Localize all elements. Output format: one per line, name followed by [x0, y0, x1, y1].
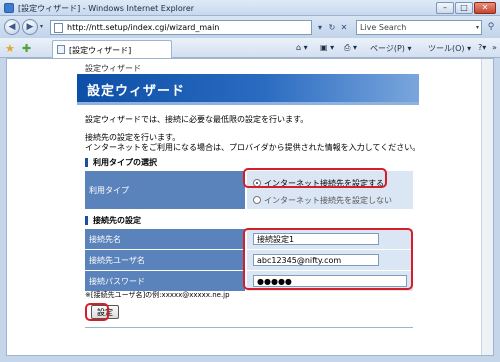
usage-type-row: 利用タイプ インターネット接続先を設定する インターネット接続先を設定しない: [85, 171, 413, 209]
home-icon[interactable]: ⌂ ▾: [296, 43, 308, 52]
submit-button[interactable]: 設定: [91, 305, 119, 319]
connection-name-cell: [247, 229, 413, 249]
print-icon[interactable]: ⎙ ▾: [344, 43, 357, 53]
address-url: http://ntt.setup/index.cgi/wizard_main: [67, 23, 220, 32]
connection-name-label: 接続先名: [85, 229, 245, 249]
bottom-divider: [85, 327, 413, 328]
close-button[interactable]: ✕: [474, 2, 496, 14]
section-usage-type: 利用タイプの選択: [85, 158, 157, 167]
search-dropdown-icon[interactable]: ▾: [476, 24, 479, 31]
usage-type-options: インターネット接続先を設定する インターネット接続先を設定しない: [247, 171, 413, 209]
page-viewport: 設定ウィザード 設定ウィザード 設定ウィザードでは、接続に必要な最低限の設定を行…: [6, 58, 494, 356]
breadcrumb: 設定ウィザード: [85, 64, 141, 73]
maximize-button[interactable]: □: [455, 2, 473, 14]
tab-page-icon: [57, 45, 65, 54]
radio-set-connection[interactable]: インターネット接続先を設定する: [253, 178, 384, 190]
section-connection: 接続先の設定: [85, 216, 141, 225]
address-input[interactable]: http://ntt.setup/index.cgi/wizard_main: [50, 20, 312, 35]
tab-label: [設定ウィザード]: [69, 46, 132, 55]
address-dropdown-icon[interactable]: ▾: [314, 20, 326, 35]
usage-type-label: 利用タイプ: [85, 171, 245, 209]
connection-password-label: 接続パスワード: [85, 271, 245, 291]
history-dropdown-icon[interactable]: ▾: [40, 23, 43, 30]
forward-button[interactable]: ▶: [22, 19, 38, 35]
wizard-content: 設定ウィザード 設定ウィザード 設定ウィザードでは、接続に必要な最低限の設定を行…: [77, 59, 421, 357]
stop-icon[interactable]: ✕: [338, 20, 350, 35]
connection-user-row: 接続先ユーザ名: [85, 250, 413, 270]
username-example-note: ※[接続先ユーザ名]の例:xxxxx@xxxxx.ne.jp: [85, 291, 230, 299]
vertical-scrollbar[interactable]: [481, 59, 493, 355]
page-menu[interactable]: ページ(P) ▾: [370, 43, 411, 54]
connection-password-row: 接続パスワード: [85, 271, 413, 291]
search-placeholder: Live Search: [360, 23, 407, 32]
connection-password-input[interactable]: [253, 275, 407, 287]
address-toolbar: ◀ ▶ ▾ http://ntt.setup/index.cgi/wizard_…: [0, 16, 500, 38]
search-icon[interactable]: ⚲: [484, 20, 498, 35]
favorites-star-icon[interactable]: ★: [5, 42, 15, 55]
radio-set-connection-label: インターネット接続先を設定する: [264, 179, 384, 188]
connection-user-cell: [247, 250, 413, 270]
back-button[interactable]: ◀: [4, 19, 20, 35]
window-title: [設定ウィザード] - Windows Internet Explorer: [18, 4, 195, 13]
radio-unchecked-icon[interactable]: [253, 196, 261, 204]
tab-command-bar: ★ ✚ [設定ウィザード] ⌂ ▾ ▣ ▾ ⎙ ▾ ページ(P) ▾ ツール(O…: [0, 38, 500, 58]
more-chevron-icon[interactable]: »: [492, 43, 497, 52]
refresh-icon[interactable]: ↻: [326, 20, 338, 35]
banner-divider: [77, 102, 419, 105]
radio-no-connection-label: インターネット接続先を設定しない: [264, 196, 392, 205]
connection-password-cell: [247, 271, 413, 291]
tab-wizard[interactable]: [設定ウィザード]: [52, 40, 172, 58]
search-input[interactable]: Live Search ▾: [356, 20, 482, 35]
radio-no-connection[interactable]: インターネット接続先を設定しない: [253, 195, 392, 207]
description-line-2: インターネットをご利用になる場合は、プロバイダから提供された情報を入力してくださ…: [85, 143, 421, 152]
page-title: 設定ウィザード: [87, 84, 186, 99]
window-titlebar: [設定ウィザード] - Windows Internet Explorer – …: [0, 0, 500, 16]
help-icon[interactable]: ?▾: [478, 43, 486, 52]
page-icon: [54, 23, 63, 33]
ie-app-icon: [4, 3, 14, 13]
connection-name-input[interactable]: [253, 233, 379, 245]
tools-menu[interactable]: ツール(O) ▾: [428, 43, 471, 54]
minimize-button[interactable]: –: [436, 2, 454, 14]
feeds-icon[interactable]: ▣ ▾: [320, 43, 334, 52]
address-tools: ▾ ↻ ✕: [314, 20, 354, 35]
radio-checked-icon[interactable]: [253, 179, 261, 187]
connection-user-label: 接続先ユーザ名: [85, 250, 245, 270]
add-favorite-icon[interactable]: ✚: [22, 42, 31, 55]
connection-name-row: 接続先名: [85, 229, 413, 249]
status-bar: [0, 356, 500, 362]
intro-text: 設定ウィザードでは、接続に必要な最低限の設定を行います。: [85, 115, 309, 124]
page-banner: 設定ウィザード: [77, 74, 419, 102]
connection-user-input[interactable]: [253, 254, 379, 266]
